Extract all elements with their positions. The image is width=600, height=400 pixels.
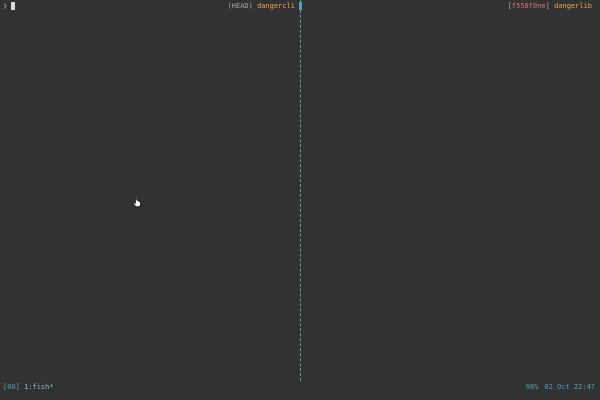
status-right: 98% 02 Oct 22:47 bbox=[526, 381, 595, 393]
git-ref: f558f0ne bbox=[511, 2, 546, 10]
terminal-pane-left[interactable]: ❯ (HEAD) dangercli bbox=[0, 0, 298, 381]
status-date: 02 Oct bbox=[544, 383, 570, 391]
pane-divider-active-marker bbox=[299, 2, 302, 10]
status-left: [00] 1:fish* bbox=[3, 381, 54, 393]
pane-divider[interactable] bbox=[300, 0, 301, 381]
command-prompt[interactable]: ❯ bbox=[3, 2, 16, 10]
text-cursor bbox=[11, 2, 16, 10]
mouse-pointer-icon bbox=[133, 196, 141, 207]
git-ref-close: ] bbox=[545, 2, 550, 10]
terminal-pane-right[interactable]: [f558f0ne] dangerlib bbox=[303, 0, 600, 381]
status-time: 22:47 bbox=[573, 383, 595, 391]
git-ref-close: ) bbox=[248, 2, 253, 10]
prompt-arrow-icon: ❯ bbox=[3, 2, 8, 10]
git-status-left: (HEAD) dangercli bbox=[228, 2, 295, 10]
battery-level: 98% bbox=[525, 383, 539, 391]
git-status-right: [f558f0ne] dangerlib bbox=[508, 2, 592, 10]
repo-name: dangerlib bbox=[554, 2, 592, 10]
tmux-status-bar: [00] 1:fish* 98% 02 Oct 22:47 bbox=[0, 381, 600, 393]
git-ref: HEAD bbox=[231, 2, 249, 10]
window-tab[interactable]: 1:fish* bbox=[24, 383, 54, 391]
session-id: [00] bbox=[3, 383, 20, 391]
repo-name: dangercli bbox=[257, 2, 295, 10]
